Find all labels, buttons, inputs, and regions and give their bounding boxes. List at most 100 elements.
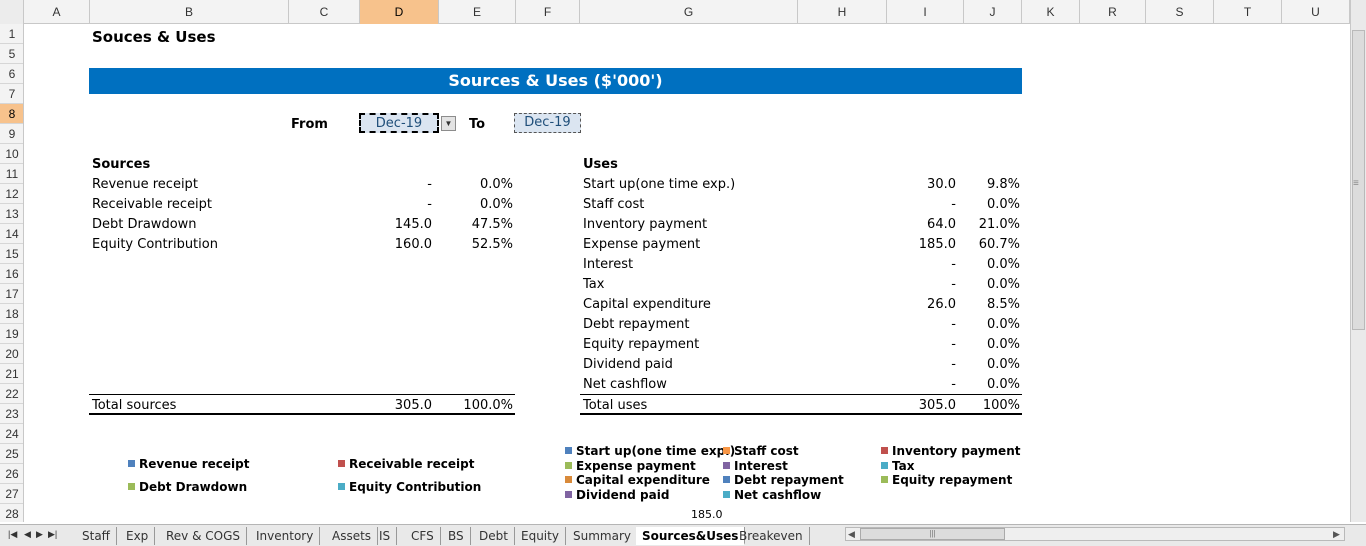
sources-row-pct: 0.0%	[479, 177, 513, 192]
sheet-tab[interactable]: Inventory	[250, 527, 321, 545]
row-header[interactable]: 14	[0, 224, 23, 244]
column-header[interactable]: A	[24, 0, 90, 24]
next-sheet-icon[interactable]: ▶	[36, 529, 43, 540]
vertical-scrollbar[interactable]	[1350, 0, 1366, 522]
row-header[interactable]: 9	[0, 124, 23, 144]
column-header[interactable]: G	[580, 0, 798, 24]
legend-swatch	[881, 447, 888, 454]
sources-total-pct: 100.0%	[463, 398, 513, 413]
divider	[89, 413, 515, 415]
legend-swatch	[338, 460, 345, 467]
row-header[interactable]: 17	[0, 284, 23, 304]
scroll-left-icon[interactable]: ◀	[848, 529, 855, 540]
column-header[interactable]: J	[964, 0, 1022, 24]
row-header[interactable]: 22	[0, 384, 23, 404]
uses-row-label: Net cashflow	[583, 377, 667, 392]
sheet-tab[interactable]: BS	[442, 527, 471, 545]
first-sheet-icon[interactable]: |◀	[8, 529, 17, 540]
legend-label: Interest	[734, 458, 788, 473]
column-header[interactable]: I	[887, 0, 964, 24]
column-header[interactable]: U	[1282, 0, 1350, 24]
row-header[interactable]: 5	[0, 44, 23, 64]
row-header[interactable]: 20	[0, 344, 23, 364]
row-header[interactable]: 13	[0, 204, 23, 224]
column-header[interactable]: B	[90, 0, 289, 24]
footer-value: 185.0	[691, 508, 723, 521]
row-header[interactable]: 11	[0, 164, 23, 184]
sheet-tab[interactable]: Rev & COGS	[160, 527, 248, 545]
divider	[580, 394, 1022, 395]
legend-label: Expense payment	[576, 458, 696, 473]
column-header[interactable]: R	[1080, 0, 1146, 24]
legend-swatch	[723, 447, 730, 454]
column-header[interactable]: C	[289, 0, 360, 24]
uses-row-pct: 8.5%	[986, 297, 1020, 312]
sheet-tab[interactable]: Summary	[567, 527, 638, 545]
sheet-tab[interactable]: Debt	[473, 527, 515, 545]
last-sheet-icon[interactable]: ▶|	[48, 529, 57, 540]
sheet-tab[interactable]: Assets	[326, 527, 379, 545]
sources-row-pct: 52.5%	[471, 237, 513, 252]
uses-row-label: Staff cost	[583, 197, 645, 212]
row-header[interactable]: 28	[0, 504, 23, 522]
sources-row-pct: 47.5%	[471, 217, 513, 232]
legend-item: Expense payment	[565, 459, 696, 473]
column-header[interactable]: D	[360, 0, 439, 24]
sheet-tab[interactable]: IS	[373, 527, 398, 545]
row-header[interactable]: 6	[0, 64, 23, 84]
chevron-down-icon[interactable]: ▼	[441, 116, 456, 131]
prev-sheet-icon[interactable]: ◀	[24, 529, 31, 540]
row-header[interactable]: 27	[0, 484, 23, 504]
uses-row-label: Dividend paid	[583, 357, 673, 372]
legend-swatch	[128, 483, 135, 490]
uses-total-label: Total uses	[583, 398, 648, 413]
legend-item: Inventory payment	[881, 444, 1020, 458]
divider	[89, 394, 515, 395]
select-all-corner[interactable]	[0, 0, 24, 24]
legend-label: Dividend paid	[576, 487, 670, 502]
sheet-tab[interactable]: Equity	[515, 527, 566, 545]
to-label: To	[469, 117, 486, 132]
sheet-tab[interactable]: Staff	[76, 527, 117, 545]
row-header[interactable]: 16	[0, 264, 23, 284]
column-header[interactable]: S	[1146, 0, 1214, 24]
to-date-field[interactable]: Dec-19	[514, 113, 581, 133]
column-header-bar: ABCDEFGHIJKRSTU	[0, 0, 1366, 24]
uses-row-value: -	[951, 377, 956, 392]
sheet-tab[interactable]: Breakeven	[733, 527, 810, 545]
row-header[interactable]: 26	[0, 464, 23, 484]
uses-row-value: -	[951, 317, 956, 332]
sheet-tab[interactable]: CFS	[405, 527, 441, 545]
column-header[interactable]: K	[1022, 0, 1080, 24]
column-header[interactable]: E	[439, 0, 516, 24]
row-header[interactable]: 18	[0, 304, 23, 324]
from-date-dropdown[interactable]: Dec-19	[359, 113, 439, 133]
sheet-tab[interactable]: Sources&Uses	[636, 527, 746, 545]
scroll-right-icon[interactable]: ▶	[1333, 529, 1340, 540]
row-header[interactable]: 7	[0, 84, 23, 104]
row-header[interactable]: 1	[0, 24, 23, 44]
column-header[interactable]: F	[516, 0, 580, 24]
uses-row-pct: 0.0%	[986, 257, 1020, 272]
row-header[interactable]: 8	[0, 104, 23, 124]
uses-row-value: -	[951, 357, 956, 372]
row-header[interactable]: 25	[0, 444, 23, 464]
column-header[interactable]: T	[1214, 0, 1282, 24]
row-header[interactable]: 23	[0, 404, 23, 424]
row-header[interactable]: 24	[0, 424, 23, 444]
legend-label: Debt repayment	[734, 473, 844, 487]
uses-total-value: 305.0	[918, 398, 956, 413]
column-header[interactable]: H	[798, 0, 887, 24]
uses-row-label: Tax	[583, 277, 605, 292]
uses-row-value: -	[951, 257, 956, 272]
row-header[interactable]: 15	[0, 244, 23, 264]
legend-item: Start up(one time exp.)	[565, 444, 735, 458]
row-header[interactable]: 12	[0, 184, 23, 204]
row-header[interactable]: 10	[0, 144, 23, 164]
row-header[interactable]: 21	[0, 364, 23, 384]
row-header[interactable]: 19	[0, 324, 23, 344]
uses-row-pct: 0.0%	[986, 197, 1020, 212]
scrollbar-thumb[interactable]: |||	[860, 528, 1005, 540]
sheet-tab[interactable]: Exp	[120, 527, 156, 545]
legend-item: Debt Drawdown	[128, 480, 247, 494]
